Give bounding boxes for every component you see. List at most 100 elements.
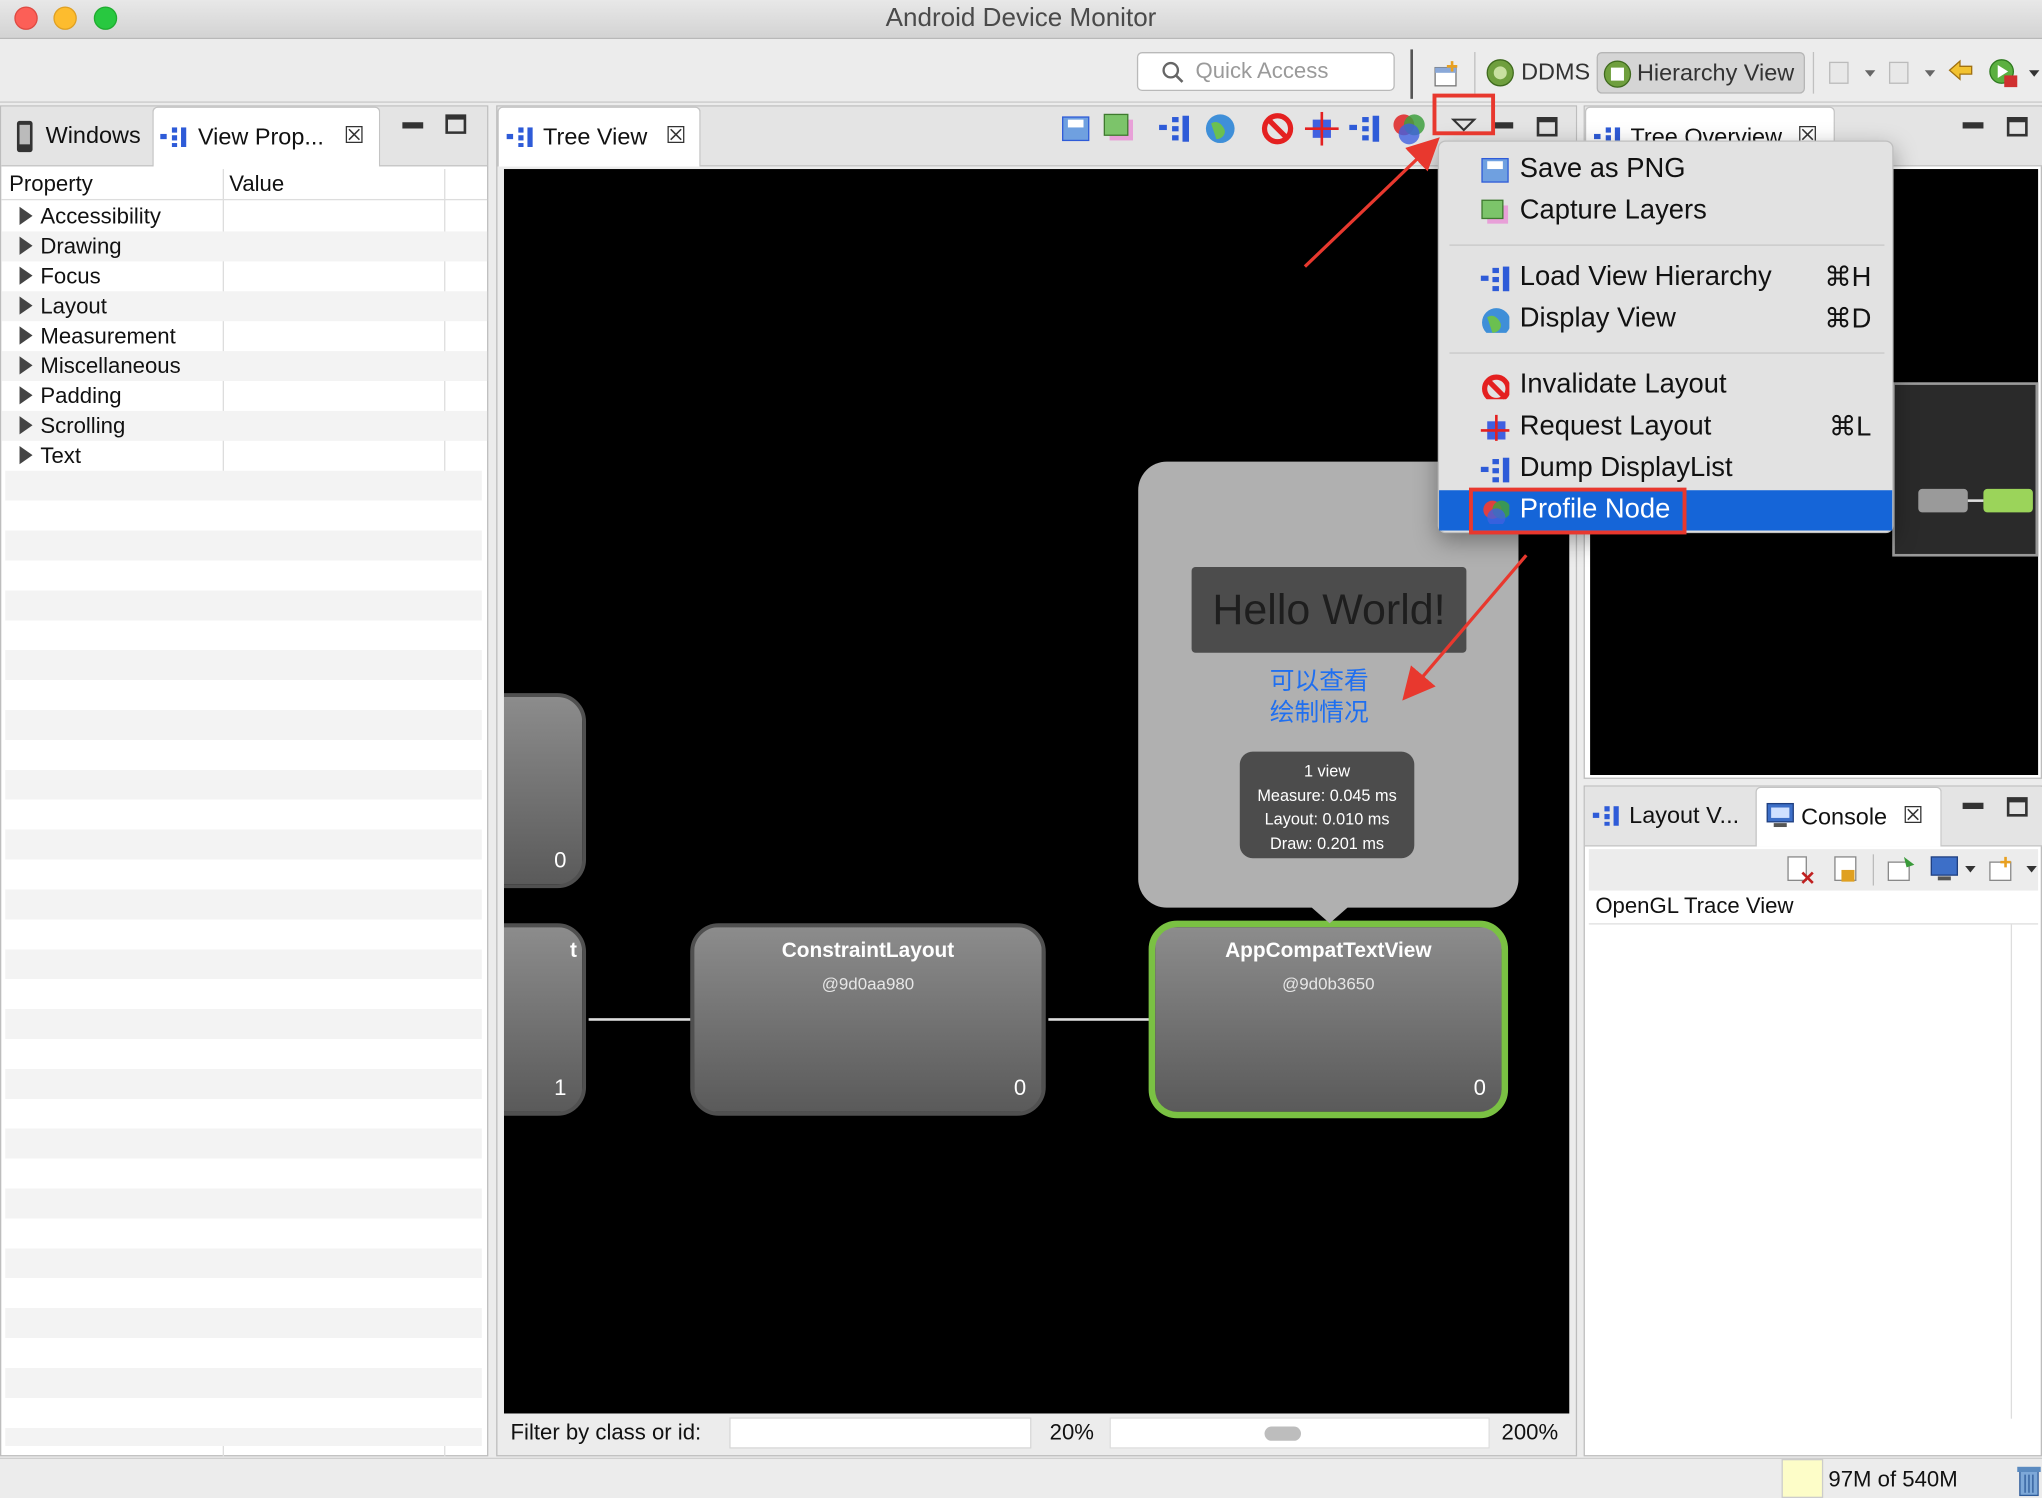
garbage-collect-icon[interactable] <box>2016 1464 2042 1498</box>
expand-triangle-icon[interactable] <box>19 266 33 285</box>
console-tabbar: Layout V... Console ☒ ▬ <box>1584 786 2042 847</box>
toolbar-divider <box>1872 854 1875 886</box>
run-icon[interactable] <box>1987 57 2042 91</box>
expand-triangle-icon[interactable] <box>19 446 33 465</box>
property-group-row[interactable]: Layout <box>1 291 488 322</box>
popup-pointer <box>1308 905 1351 924</box>
quick-access-input[interactable]: Quick Access <box>1136 52 1395 92</box>
close-tab-icon[interactable]: ☒ <box>665 122 686 149</box>
maximize-icon[interactable] <box>2006 797 2028 817</box>
close-tab-icon[interactable]: ☒ <box>1903 802 1924 829</box>
property-group-row[interactable]: Measurement <box>1 321 487 351</box>
capture-layers-icon[interactable] <box>1102 112 1136 143</box>
clear-console-icon[interactable] <box>1784 854 1815 885</box>
tab-layout-view[interactable]: Layout V... <box>1585 787 1754 847</box>
scroll-lock-icon[interactable] <box>1831 854 1862 885</box>
tab-windows[interactable]: Windows <box>1 107 152 167</box>
expand-triangle-icon[interactable] <box>19 416 33 435</box>
expand-triangle-icon[interactable] <box>19 206 33 225</box>
zoom-min-label: 20% <box>1049 1419 1094 1445</box>
node-child-count: 0 <box>554 847 567 873</box>
zoom-slider-thumb[interactable] <box>1264 1426 1301 1441</box>
annotation-arrows <box>1303 137 1528 701</box>
expand-triangle-icon[interactable] <box>19 296 33 315</box>
display-view-icon[interactable] <box>1203 112 1237 146</box>
console-output[interactable] <box>1588 924 2013 1419</box>
expand-triangle-icon[interactable] <box>19 356 33 375</box>
zoom-slider[interactable] <box>1109 1417 1490 1449</box>
property-group-row[interactable]: Accessibility <box>1 202 487 232</box>
menu-item-shortcut: ⌘D <box>1824 304 1872 335</box>
property-group-row[interactable]: Miscellaneous <box>1 351 488 382</box>
tab-tree-view[interactable]: Tree View ☒ <box>497 106 701 167</box>
overview-connector <box>1967 499 1984 502</box>
toolbar-divider <box>1812 52 1815 94</box>
perspective-label: Hierarchy View <box>1636 59 1795 86</box>
title-bar: Android Device Monitor <box>0 0 2042 40</box>
menu-item-label: Dump DisplayList <box>1519 452 1733 483</box>
ddms-icon <box>1486 59 1514 87</box>
perspective-hierarchy-view[interactable]: Hierarchy View <box>1596 52 1805 94</box>
load-view-hierarchy-icon[interactable] <box>1159 114 1193 143</box>
expand-triangle-icon[interactable] <box>19 326 33 345</box>
property-group-label: Miscellaneous <box>40 353 181 379</box>
hierarchy-icon <box>1592 806 1619 826</box>
tab-label: Tree View <box>543 123 648 150</box>
connector-line <box>588 1018 693 1021</box>
save-png-icon[interactable] <box>1060 114 1091 143</box>
tab-label: Layout V... <box>1629 802 1740 829</box>
property-group-row[interactable]: Padding <box>1 381 487 411</box>
property-group-row[interactable]: Scrolling <box>1 410 488 441</box>
back-arrow-icon[interactable] <box>1946 57 1980 88</box>
tree-node-constraintlayout[interactable]: ConstraintLayout @9d0aa980 0 <box>690 923 1046 1116</box>
profile-views: 1 view <box>1303 762 1351 781</box>
toolbar-divider <box>1410 49 1413 99</box>
open-console-icon[interactable] <box>1987 854 2039 885</box>
zoom-max-label: 200% <box>1501 1419 1559 1445</box>
property-group-row[interactable]: Focus <box>1 261 487 291</box>
step-into-icon[interactable] <box>1826 57 1878 88</box>
hierarchy-icon <box>506 127 533 147</box>
property-empty-rows <box>5 470 482 1446</box>
property-group-label: Drawing <box>40 234 122 259</box>
tab-view-properties[interactable]: View Prop... ☒ <box>152 106 381 167</box>
step-over-icon[interactable] <box>1886 57 1938 88</box>
maximize-icon[interactable] <box>2006 117 2028 137</box>
tab-console[interactable]: Console ☒ <box>1755 786 1942 847</box>
open-perspective-icon[interactable] <box>1433 60 1462 89</box>
minimize-icon[interactable]: ▬ <box>1963 112 1984 135</box>
profile-draw: Draw: 0.201 ms <box>1270 834 1385 853</box>
column-property[interactable]: Property <box>9 172 93 198</box>
menu-item-label: Load View Hierarchy <box>1519 261 1772 292</box>
pin-console-icon[interactable] <box>1886 854 1917 885</box>
property-group-label: Scrolling <box>40 413 126 439</box>
filter-input[interactable] <box>729 1417 1032 1449</box>
tree-node[interactable]: t 1 <box>503 923 587 1116</box>
expand-triangle-icon[interactable] <box>19 236 33 255</box>
perspective-ddms[interactable]: DDMS <box>1482 52 1591 94</box>
property-group-row[interactable]: Text <box>1 441 487 471</box>
display-console-icon[interactable] <box>1930 854 1977 885</box>
overview-node <box>1918 488 1968 513</box>
node-title: ConstraintLayout <box>781 940 955 963</box>
node-title: AppCompatTextView <box>1225 940 1432 963</box>
tree-node[interactable]: 0 <box>503 693 587 889</box>
property-group-row[interactable]: Drawing <box>1 231 488 262</box>
menu-item-shortcut: ⌘L <box>1828 412 1872 443</box>
property-group-label: Accessibility <box>40 204 161 229</box>
console-title: OpenGL Trace View <box>1588 890 2039 925</box>
menu-item-shortcut: ⌘H <box>1824 262 1872 293</box>
node-id: @9d0b3650 <box>1282 973 1375 994</box>
tree-node-appcompattextview[interactable]: AppCompatTextView @9d0b3650 0 <box>1148 920 1509 1119</box>
properties-panel: Windows View Prop... ☒ ▬ Property Value … <box>0 105 489 1457</box>
properties-tabbar: Windows View Prop... ☒ ▬ <box>1 106 488 167</box>
hierarchy-view-icon <box>1603 60 1632 88</box>
close-tab-icon[interactable]: ☒ <box>344 122 365 149</box>
minimize-icon[interactable]: ▬ <box>402 112 423 135</box>
overview-viewport[interactable] <box>1892 382 2039 557</box>
minimize-icon[interactable]: ▬ <box>1963 792 1984 815</box>
column-value[interactable]: Value <box>229 172 284 198</box>
tab-label: Console <box>1801 803 1888 830</box>
expand-triangle-icon[interactable] <box>19 386 33 405</box>
maximize-icon[interactable] <box>445 114 467 134</box>
